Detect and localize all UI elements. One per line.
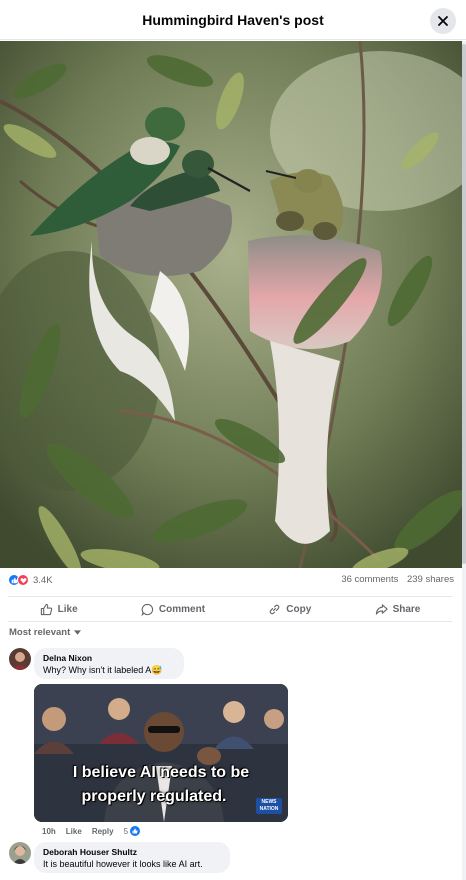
comment-author[interactable]: Deborah Houser Shultz	[43, 847, 221, 857]
profile-photo-icon	[9, 648, 31, 670]
comment-gif[interactable]: I believe AI needs to be properly regula…	[34, 684, 288, 822]
comment-button-label: Comment	[158, 603, 206, 615]
gif-caption-line-1: I believe AI needs to be	[72, 764, 250, 781]
gif-caption-line-2: properly regulated.	[81, 788, 227, 805]
post-photo[interactable]	[0, 41, 462, 568]
like-reaction-icon	[130, 826, 141, 836]
shares-count[interactable]: 239 shares	[407, 574, 454, 585]
post-actions-bar: Like Comment Copy Share	[8, 596, 452, 622]
sweat-smile-emoji: 😅	[151, 665, 163, 675]
avatar[interactable]	[9, 842, 31, 864]
hummingbird-nest-image	[0, 41, 462, 568]
comment-reply-button[interactable]: Reply	[92, 827, 114, 836]
comment-button[interactable]: Comment	[141, 603, 205, 616]
comments-count[interactable]: 36 comments	[341, 574, 398, 585]
share-arrow-icon	[375, 603, 388, 615]
page-title: Hummingbird Haven's post	[142, 12, 324, 28]
love-reaction-icon	[17, 574, 29, 586]
share-button[interactable]: Share	[375, 603, 421, 616]
reactions-count: 3.4K	[33, 574, 53, 586]
profile-photo-icon	[9, 842, 31, 864]
comment-author[interactable]: Delna Nixon	[43, 653, 175, 663]
comment-meta: 10h Like Reply 5	[42, 826, 141, 836]
comment-like-button[interactable]: Like	[66, 827, 82, 836]
like-button-label: Like	[57, 603, 78, 615]
comment-reactions[interactable]: 5	[123, 826, 141, 836]
post-header: Hummingbird Haven's post	[0, 0, 466, 40]
news-nation-logo: NEWS NATION	[256, 798, 282, 814]
like-button[interactable]: Like	[40, 603, 78, 616]
comment-text: It is beautiful however it looks like AI…	[43, 859, 203, 869]
comment-reaction-count: 5	[123, 826, 129, 836]
comment-timestamp[interactable]: 10h	[42, 827, 56, 836]
engagement-counts: 36 comments 239 shares	[341, 574, 454, 585]
post-stats: 3.4K 36 comments 239 shares	[8, 574, 454, 590]
comment-sort-label: Most relevant	[9, 627, 71, 638]
comment-sort-dropdown[interactable]: Most relevant	[9, 627, 82, 638]
chevron-down-icon	[74, 630, 82, 635]
comment-bubble: Delna Nixon Why? Why isn't it labeled A😅	[34, 648, 184, 679]
link-icon	[269, 604, 280, 614]
copy-button[interactable]: Copy	[268, 603, 311, 616]
comment-text: Why? Why isn't it labeled A😅	[43, 665, 163, 675]
close-icon	[438, 16, 448, 26]
copy-button-label: Copy	[286, 603, 312, 615]
close-button[interactable]	[430, 8, 456, 34]
comment-bubble-icon	[141, 603, 153, 616]
share-button-label: Share	[392, 603, 421, 615]
thumbs-up-icon	[40, 603, 52, 615]
reactions-summary[interactable]: 3.4K	[8, 574, 53, 586]
scrollbar-thumb[interactable]	[462, 44, 466, 564]
comment-bubble: Deborah Houser Shultz It is beautiful ho…	[34, 842, 230, 873]
avatar[interactable]	[9, 648, 31, 670]
